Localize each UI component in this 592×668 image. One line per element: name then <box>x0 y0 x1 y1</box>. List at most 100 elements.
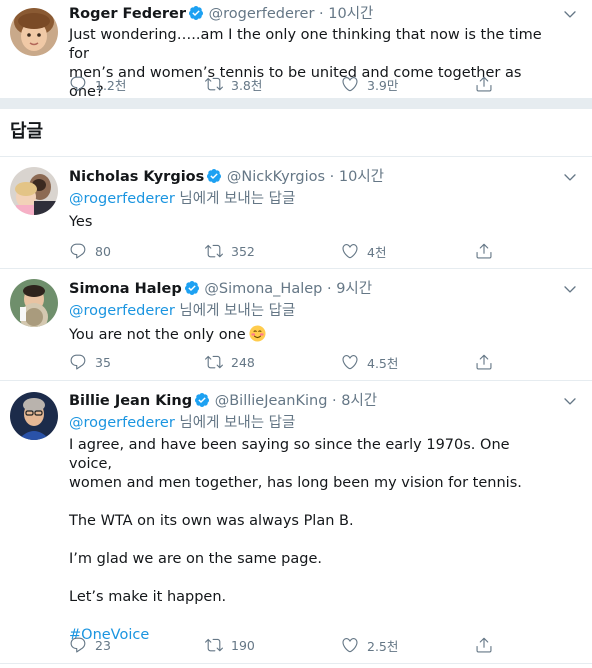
tweet-text-body: You are not the only one <box>69 327 246 343</box>
tweet-text-line: I’m glad we are on the same page. <box>69 551 322 567</box>
replying-to: @rogerfederer 님에게 보내는 답글 <box>69 190 548 210</box>
reply-to-mention[interactable]: @rogerfederer <box>69 191 175 207</box>
author-name[interactable]: Billie Jean King <box>69 393 192 409</box>
retweet-count: 3.8천 <box>231 77 263 93</box>
like-button[interactable]: 4천 <box>341 241 386 261</box>
author-handle[interactable]: @NickKyrgios <box>227 169 325 185</box>
tweet-actions: 23 190 2.5천 <box>69 635 509 655</box>
avatar-simona-halep[interactable] <box>10 279 58 327</box>
reply-to-mention[interactable]: @rogerfederer <box>69 303 175 319</box>
tweet-text-line: Let’s make it happen. <box>69 589 227 605</box>
reply-button[interactable]: 80 <box>69 241 111 261</box>
avatar-roger-federer[interactable] <box>10 8 58 56</box>
avatar-billie-jean-king[interactable] <box>10 392 58 440</box>
chevron-down-icon[interactable] <box>562 281 578 297</box>
reply-count: 1.2천 <box>95 77 127 93</box>
replying-to: @rogerfederer 님에게 보내는 답글 <box>69 302 548 322</box>
like-count: 3.9만 <box>367 77 399 93</box>
tweet-time[interactable]: 9시간 <box>336 281 372 297</box>
reply-count: 35 <box>95 354 111 370</box>
reply-tweet[interactable]: Billie Jean King @BillieJeanKing · 8시간 @… <box>0 381 592 664</box>
retweet-count: 248 <box>231 354 255 370</box>
author-name[interactable]: Nicholas Kyrgios <box>69 169 204 185</box>
share-icon <box>475 242 493 260</box>
retweet-button[interactable]: 248 <box>205 352 255 372</box>
share-icon <box>475 75 493 93</box>
reply-to-mention[interactable]: @rogerfederer <box>69 415 175 431</box>
like-button[interactable]: 2.5천 <box>341 635 398 655</box>
separator-dot: · <box>327 393 342 409</box>
tweet-actions: 80 352 4천 <box>69 241 509 261</box>
reply-tweet[interactable]: Nicholas Kyrgios @NickKyrgios · 10시간 @ro… <box>0 156 592 269</box>
tweet-actions: 35 248 4.5천 <box>69 352 509 372</box>
author-handle[interactable]: @rogerfederer <box>209 6 315 22</box>
section-separator <box>0 98 592 109</box>
replying-to: @rogerfederer 님에게 보내는 답글 <box>69 414 548 434</box>
tweet-header: Nicholas Kyrgios @NickKyrgios · 10시간 <box>69 167 548 187</box>
author-handle[interactable]: @BillieJeanKing <box>215 393 328 409</box>
share-button[interactable] <box>475 635 493 655</box>
reply-icon <box>69 353 87 371</box>
retweet-button[interactable]: 352 <box>205 241 255 261</box>
like-icon <box>341 75 359 93</box>
like-button[interactable]: 4.5천 <box>341 352 398 372</box>
chevron-down-icon[interactable] <box>562 169 578 185</box>
reply-button[interactable]: 1.2천 <box>69 74 126 94</box>
reply-icon <box>69 242 87 260</box>
separator-dot: · <box>314 6 329 22</box>
tweet-time[interactable]: 8시간 <box>341 393 377 409</box>
share-button[interactable] <box>475 74 493 94</box>
share-button[interactable] <box>475 352 493 372</box>
reply-button[interactable]: 23 <box>69 635 111 655</box>
reply-to-suffix: 님에게 보내는 답글 <box>174 415 296 431</box>
like-count: 4.5천 <box>367 355 399 371</box>
like-icon <box>341 242 359 260</box>
reply-count: 80 <box>95 243 111 259</box>
retweet-icon <box>205 636 223 654</box>
like-icon <box>341 636 359 654</box>
main-tweet[interactable]: Roger Federer @rogerfederer · 10시간 Just … <box>0 0 592 100</box>
tweet-time[interactable]: 10시간 <box>328 6 373 22</box>
tweet-text-line: Just wondering…..am I the only one think… <box>69 27 542 62</box>
share-icon <box>475 353 493 371</box>
author-name[interactable]: Roger Federer <box>69 6 186 22</box>
retweet-icon <box>205 353 223 371</box>
replies-heading: 답글 <box>10 121 44 142</box>
retweet-icon <box>205 242 223 260</box>
tweet-header: Billie Jean King @BillieJeanKing · 8시간 <box>69 391 548 411</box>
avatar-nicholas-kyrgios[interactable] <box>10 167 58 215</box>
reply-tweet[interactable]: Simona Halep @Simona_Halep · 9시간 @rogerf… <box>0 269 592 381</box>
retweet-button[interactable]: 3.8천 <box>205 74 262 94</box>
reply-button[interactable]: 35 <box>69 352 111 372</box>
reply-to-suffix: 님에게 보내는 답글 <box>174 191 296 207</box>
reply-to-suffix: 님에게 보내는 답글 <box>174 303 296 319</box>
chevron-down-icon[interactable] <box>562 6 578 22</box>
tweet-text-line: The WTA on its own was always Plan B. <box>69 513 354 529</box>
share-button[interactable] <box>475 241 493 261</box>
verified-badge-icon <box>188 5 204 21</box>
reply-icon <box>69 75 87 93</box>
tweet-time[interactable]: 10시간 <box>339 169 384 185</box>
like-icon <box>341 353 359 371</box>
tweet-header: Simona Halep @Simona_Halep · 9시간 <box>69 279 548 299</box>
author-name[interactable]: Simona Halep <box>69 281 182 297</box>
retweet-icon <box>205 75 223 93</box>
retweet-button[interactable]: 190 <box>205 635 255 655</box>
share-icon <box>475 636 493 654</box>
tweet-text: You are not the only one <box>69 325 548 345</box>
verified-badge-icon <box>184 280 200 296</box>
smiling-face-emoji-icon <box>249 325 266 342</box>
tweet-text: Yes <box>69 214 93 230</box>
chevron-down-icon[interactable] <box>562 393 578 409</box>
like-count: 2.5천 <box>367 638 399 654</box>
tweet-text-line: I agree, and have been saying so since t… <box>69 437 510 472</box>
author-handle[interactable]: @Simona_Halep <box>204 281 322 297</box>
separator-dot: · <box>322 281 337 297</box>
tweet-header: Roger Federer @rogerfederer · 10시간 <box>69 4 548 24</box>
reply-icon <box>69 636 87 654</box>
retweet-count: 352 <box>231 243 255 259</box>
verified-badge-icon <box>206 168 222 184</box>
reply-count: 23 <box>95 637 111 653</box>
like-button[interactable]: 3.9만 <box>341 74 398 94</box>
tweet-text: I agree, and have been saying so since t… <box>69 436 548 645</box>
